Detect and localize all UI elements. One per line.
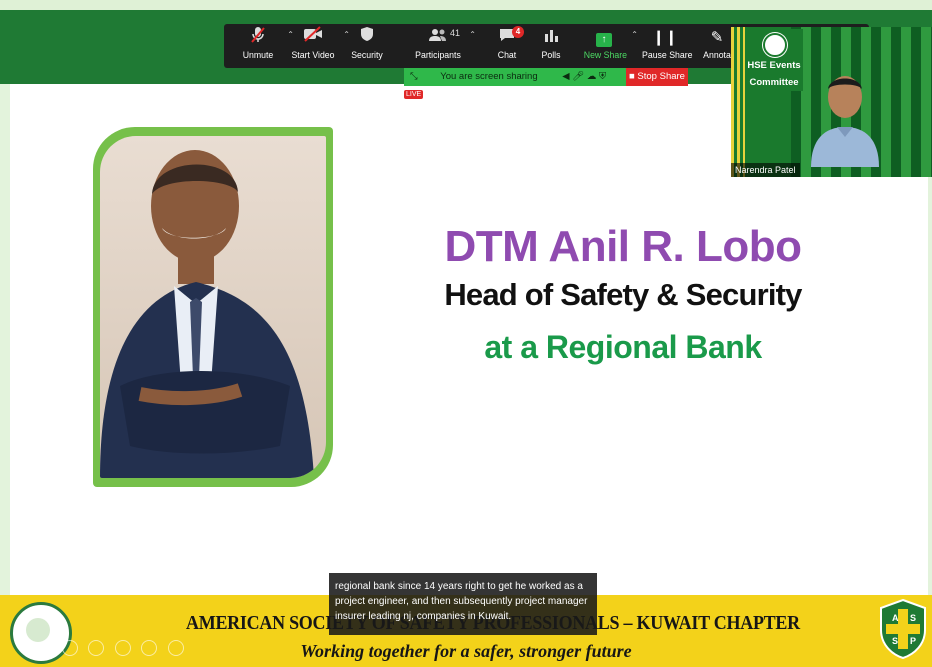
shield-icon: ⛨ bbox=[599, 71, 607, 82]
participants-label: Participants bbox=[415, 50, 461, 61]
chevron-up-icon[interactable]: ⌃ bbox=[631, 30, 638, 39]
speaker-role: Head of Safety & Security bbox=[444, 277, 802, 312]
unmute-button[interactable]: ⌃ Unmute bbox=[234, 26, 294, 66]
new-share-button[interactable]: ↑ ⌃ New Share bbox=[582, 26, 638, 66]
pause-icon: ❙❙ bbox=[652, 29, 678, 46]
logo-line-2: Committee bbox=[749, 77, 799, 88]
microphone-icon[interactable]: 🎤︎ bbox=[572, 71, 584, 82]
slide-nav-controls bbox=[62, 640, 190, 658]
chat-label: Chat bbox=[497, 50, 517, 61]
pen-icon[interactable] bbox=[88, 640, 105, 656]
video-off-icon bbox=[288, 26, 338, 50]
participant-video[interactable]: HSE Events Committee Narendra Patel bbox=[731, 27, 932, 177]
shield-icon bbox=[346, 26, 388, 50]
start-video-label: Start Video bbox=[291, 50, 335, 61]
pin-icon[interactable]: ⤡ bbox=[410, 71, 418, 82]
cloud-icon[interactable]: ☁︎ bbox=[587, 71, 597, 82]
assp-letter-s2: S bbox=[892, 636, 898, 646]
logo-line-1: HSE Events bbox=[747, 60, 801, 71]
polls-icon bbox=[536, 26, 566, 50]
chat-button[interactable]: 4 Chat bbox=[490, 26, 524, 66]
unmute-label: Unmute bbox=[242, 50, 274, 61]
video-background-stripes bbox=[731, 27, 745, 177]
participant-person bbox=[811, 76, 879, 167]
annotate-button[interactable]: ✎ Annota bbox=[700, 26, 734, 66]
screen-sharing-status: ⤡ You are screen sharing ◀︎ 🎤︎ ☁︎ ⛨ LIVE bbox=[404, 68, 626, 99]
participants-count: 41 bbox=[450, 28, 461, 38]
start-video-button[interactable]: ⌃ Start Video bbox=[288, 26, 350, 66]
audio-icon[interactable]: ◀︎ bbox=[562, 71, 569, 82]
chat-unread-badge: 4 bbox=[512, 26, 524, 38]
seal-emblem bbox=[26, 618, 50, 642]
pencil-icon: ✎ bbox=[710, 29, 724, 46]
hse-committee-logo: HSE Events Committee bbox=[745, 29, 803, 91]
zoom-icon[interactable] bbox=[114, 640, 131, 656]
speaker-name: DTM Anil R. Lobo bbox=[444, 222, 802, 271]
participant-name-tag: Narendra Patel bbox=[731, 163, 800, 177]
participants-button[interactable]: 41 ⌃ Participants bbox=[412, 26, 476, 66]
annotate-label: Annota bbox=[703, 50, 731, 61]
assp-letter-s1: S bbox=[910, 613, 916, 623]
prev-slide-icon[interactable] bbox=[62, 640, 78, 656]
chevron-up-icon[interactable]: ⌃ bbox=[469, 30, 476, 39]
pause-share-label: Pause Share bbox=[642, 50, 693, 61]
stop-share-button[interactable]: ■ Stop Share bbox=[626, 68, 688, 86]
stop-icon: ■ bbox=[629, 71, 635, 82]
live-caption: regional bank since 14 years right to ge… bbox=[329, 573, 597, 635]
polls-button[interactable]: Polls bbox=[536, 26, 566, 66]
emblem-icon bbox=[763, 33, 787, 57]
pause-share-button[interactable]: ❙❙ Pause Share bbox=[640, 26, 693, 66]
assp-badge-logo: A S S P bbox=[880, 599, 926, 659]
new-share-label: New Share bbox=[583, 50, 627, 61]
assp-letter-p: P bbox=[910, 636, 916, 646]
share-screen-icon: ↑ bbox=[582, 26, 626, 50]
microphone-muted-icon bbox=[234, 26, 282, 50]
live-badge[interactable]: LIVE bbox=[404, 89, 424, 99]
assp-letter-a: A bbox=[892, 613, 899, 623]
polls-label: Polls bbox=[541, 50, 561, 61]
menu-icon[interactable] bbox=[141, 640, 158, 656]
stop-share-label: Stop Share bbox=[637, 71, 685, 82]
security-button[interactable]: Security bbox=[346, 26, 388, 66]
screen-sharing-text: You are screen sharing bbox=[440, 71, 538, 82]
security-label: Security bbox=[351, 50, 383, 61]
speaker-organization: at a Regional Bank bbox=[484, 329, 762, 365]
more-icon[interactable] bbox=[167, 640, 184, 656]
